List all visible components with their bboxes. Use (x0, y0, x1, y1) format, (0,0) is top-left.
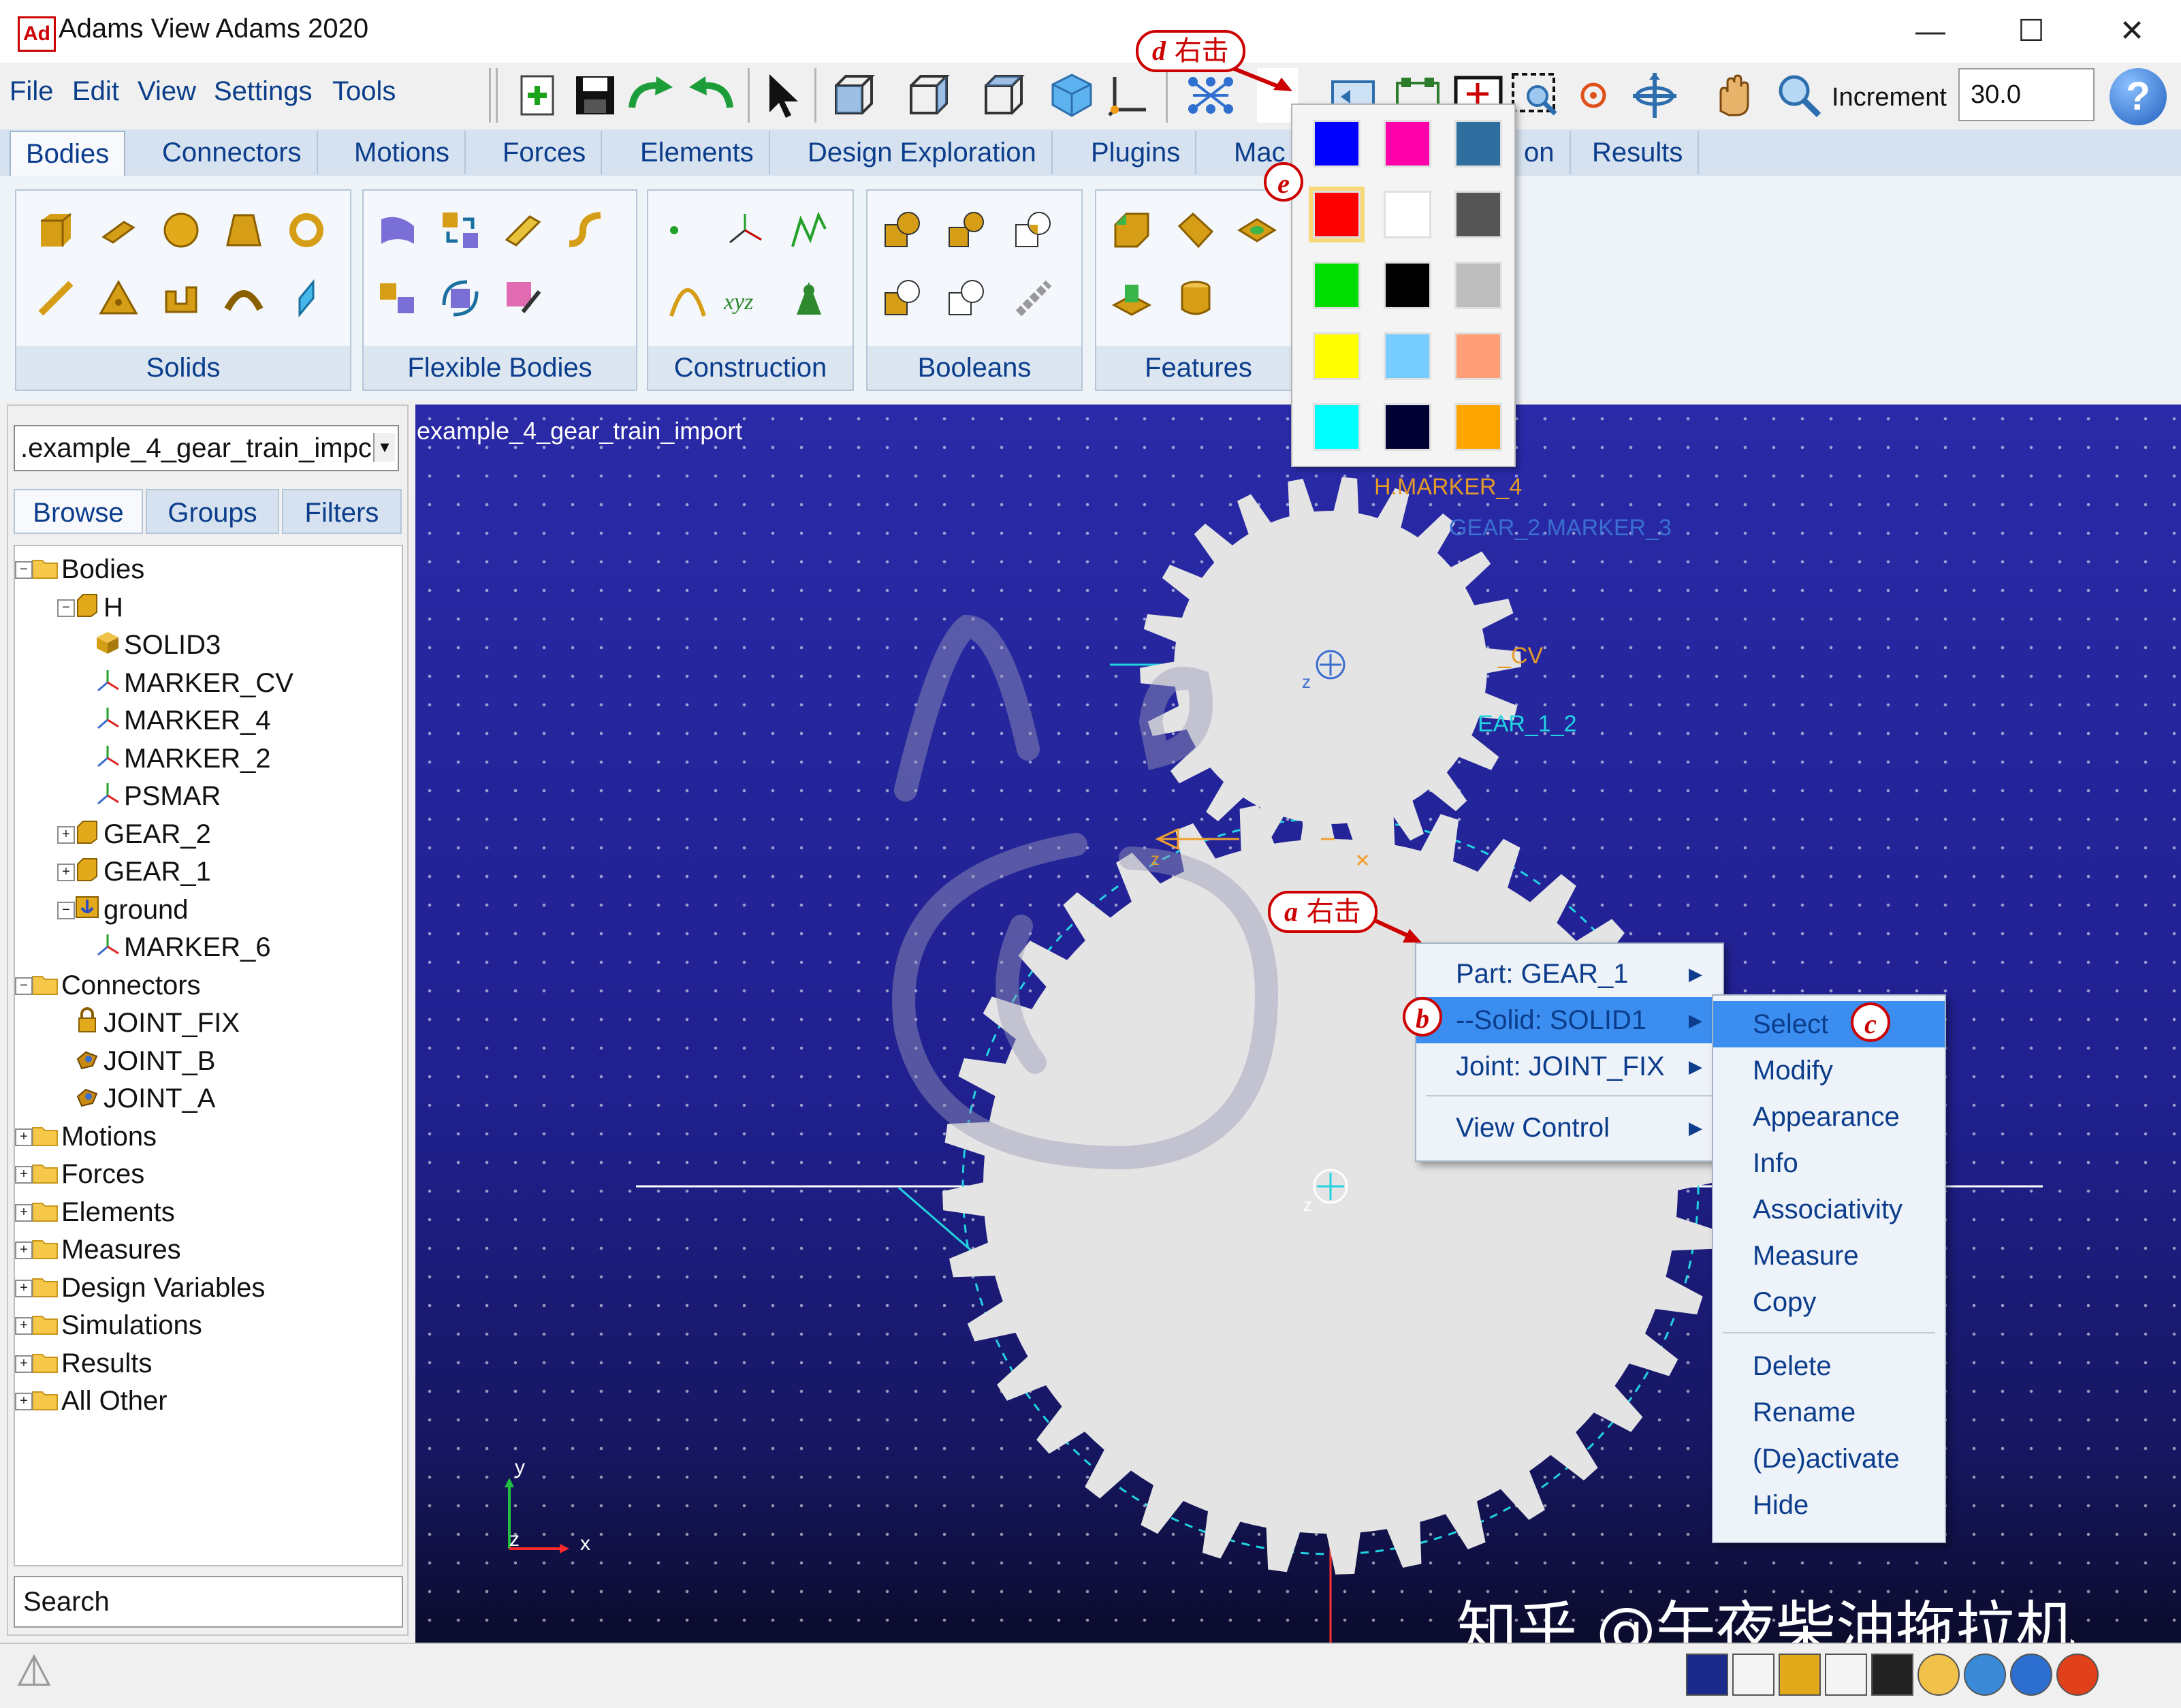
axis-view-icon[interactable] (14, 1651, 54, 1692)
callout-d-text: 右击 (1174, 35, 1229, 67)
callout-b: b (1403, 997, 1442, 1037)
color-box-icon[interactable] (1779, 1654, 1821, 1696)
cube-black-icon[interactable] (1871, 1654, 1913, 1696)
cube-display-icon[interactable] (1686, 1654, 1728, 1696)
callout-a-letter: a (1284, 896, 1298, 927)
table-icon[interactable] (1825, 1654, 1867, 1696)
status-icon-bar (1686, 1648, 2099, 1701)
info-icon[interactable] (2010, 1654, 2052, 1696)
sphere-info-icon[interactable] (1917, 1654, 1960, 1696)
callout-a: a 右击 (1268, 891, 1378, 933)
callout-a-text: 右击 (1306, 896, 1361, 928)
callout-d: d 右击 (1136, 30, 1245, 72)
callout-e: e (1264, 162, 1303, 202)
callout-d-letter: d (1152, 35, 1166, 66)
tree-icon[interactable] (1964, 1654, 2006, 1696)
callout-arrows (1231, 66, 1422, 943)
stop-icon[interactable] (2056, 1654, 2099, 1696)
plot-icon[interactable] (1732, 1654, 1774, 1696)
callout-c: c (1851, 1002, 1890, 1042)
